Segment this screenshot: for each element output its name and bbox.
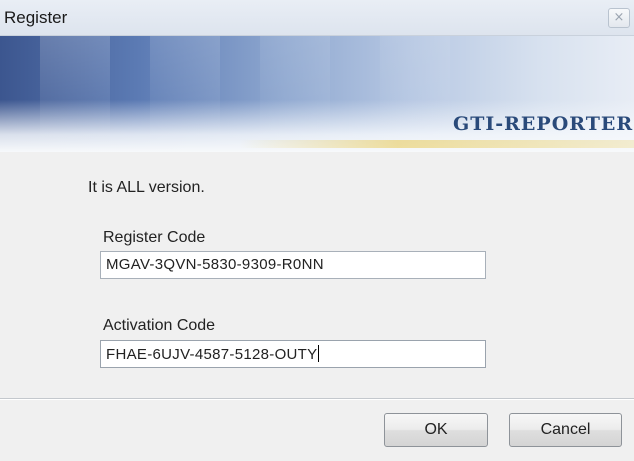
register-code-field[interactable]: MGAV-3QVN-5830-9309-R0NN — [100, 251, 486, 279]
footer-divider — [0, 398, 634, 400]
register-code-label: Register Code — [103, 229, 206, 246]
activation-code-label: Activation Code — [103, 317, 216, 334]
version-info-text: It is ALL version. — [88, 179, 205, 196]
cancel-button[interactable]: Cancel — [509, 413, 622, 447]
title-bar[interactable]: Register × — [0, 0, 634, 36]
ok-button[interactable]: OK — [384, 413, 488, 447]
window-title: Register — [4, 8, 68, 27]
text-caret — [318, 345, 320, 362]
close-icon[interactable]: × — [608, 8, 630, 28]
header-banner: GTI-REPORTER — [0, 36, 634, 152]
register-code-value: MGAV-3QVN-5830-9309-R0NN — [106, 256, 324, 273]
product-logo-text: GTI-REPORTER — [453, 113, 634, 135]
activation-code-value: FHAE-6UJV-4587-5128-OUTY — [106, 346, 318, 363]
activation-code-field[interactable]: FHAE-6UJV-4587-5128-OUTY — [100, 340, 486, 368]
register-dialog: Register × GTI-REPORTER It is ALL versio… — [0, 0, 634, 461]
